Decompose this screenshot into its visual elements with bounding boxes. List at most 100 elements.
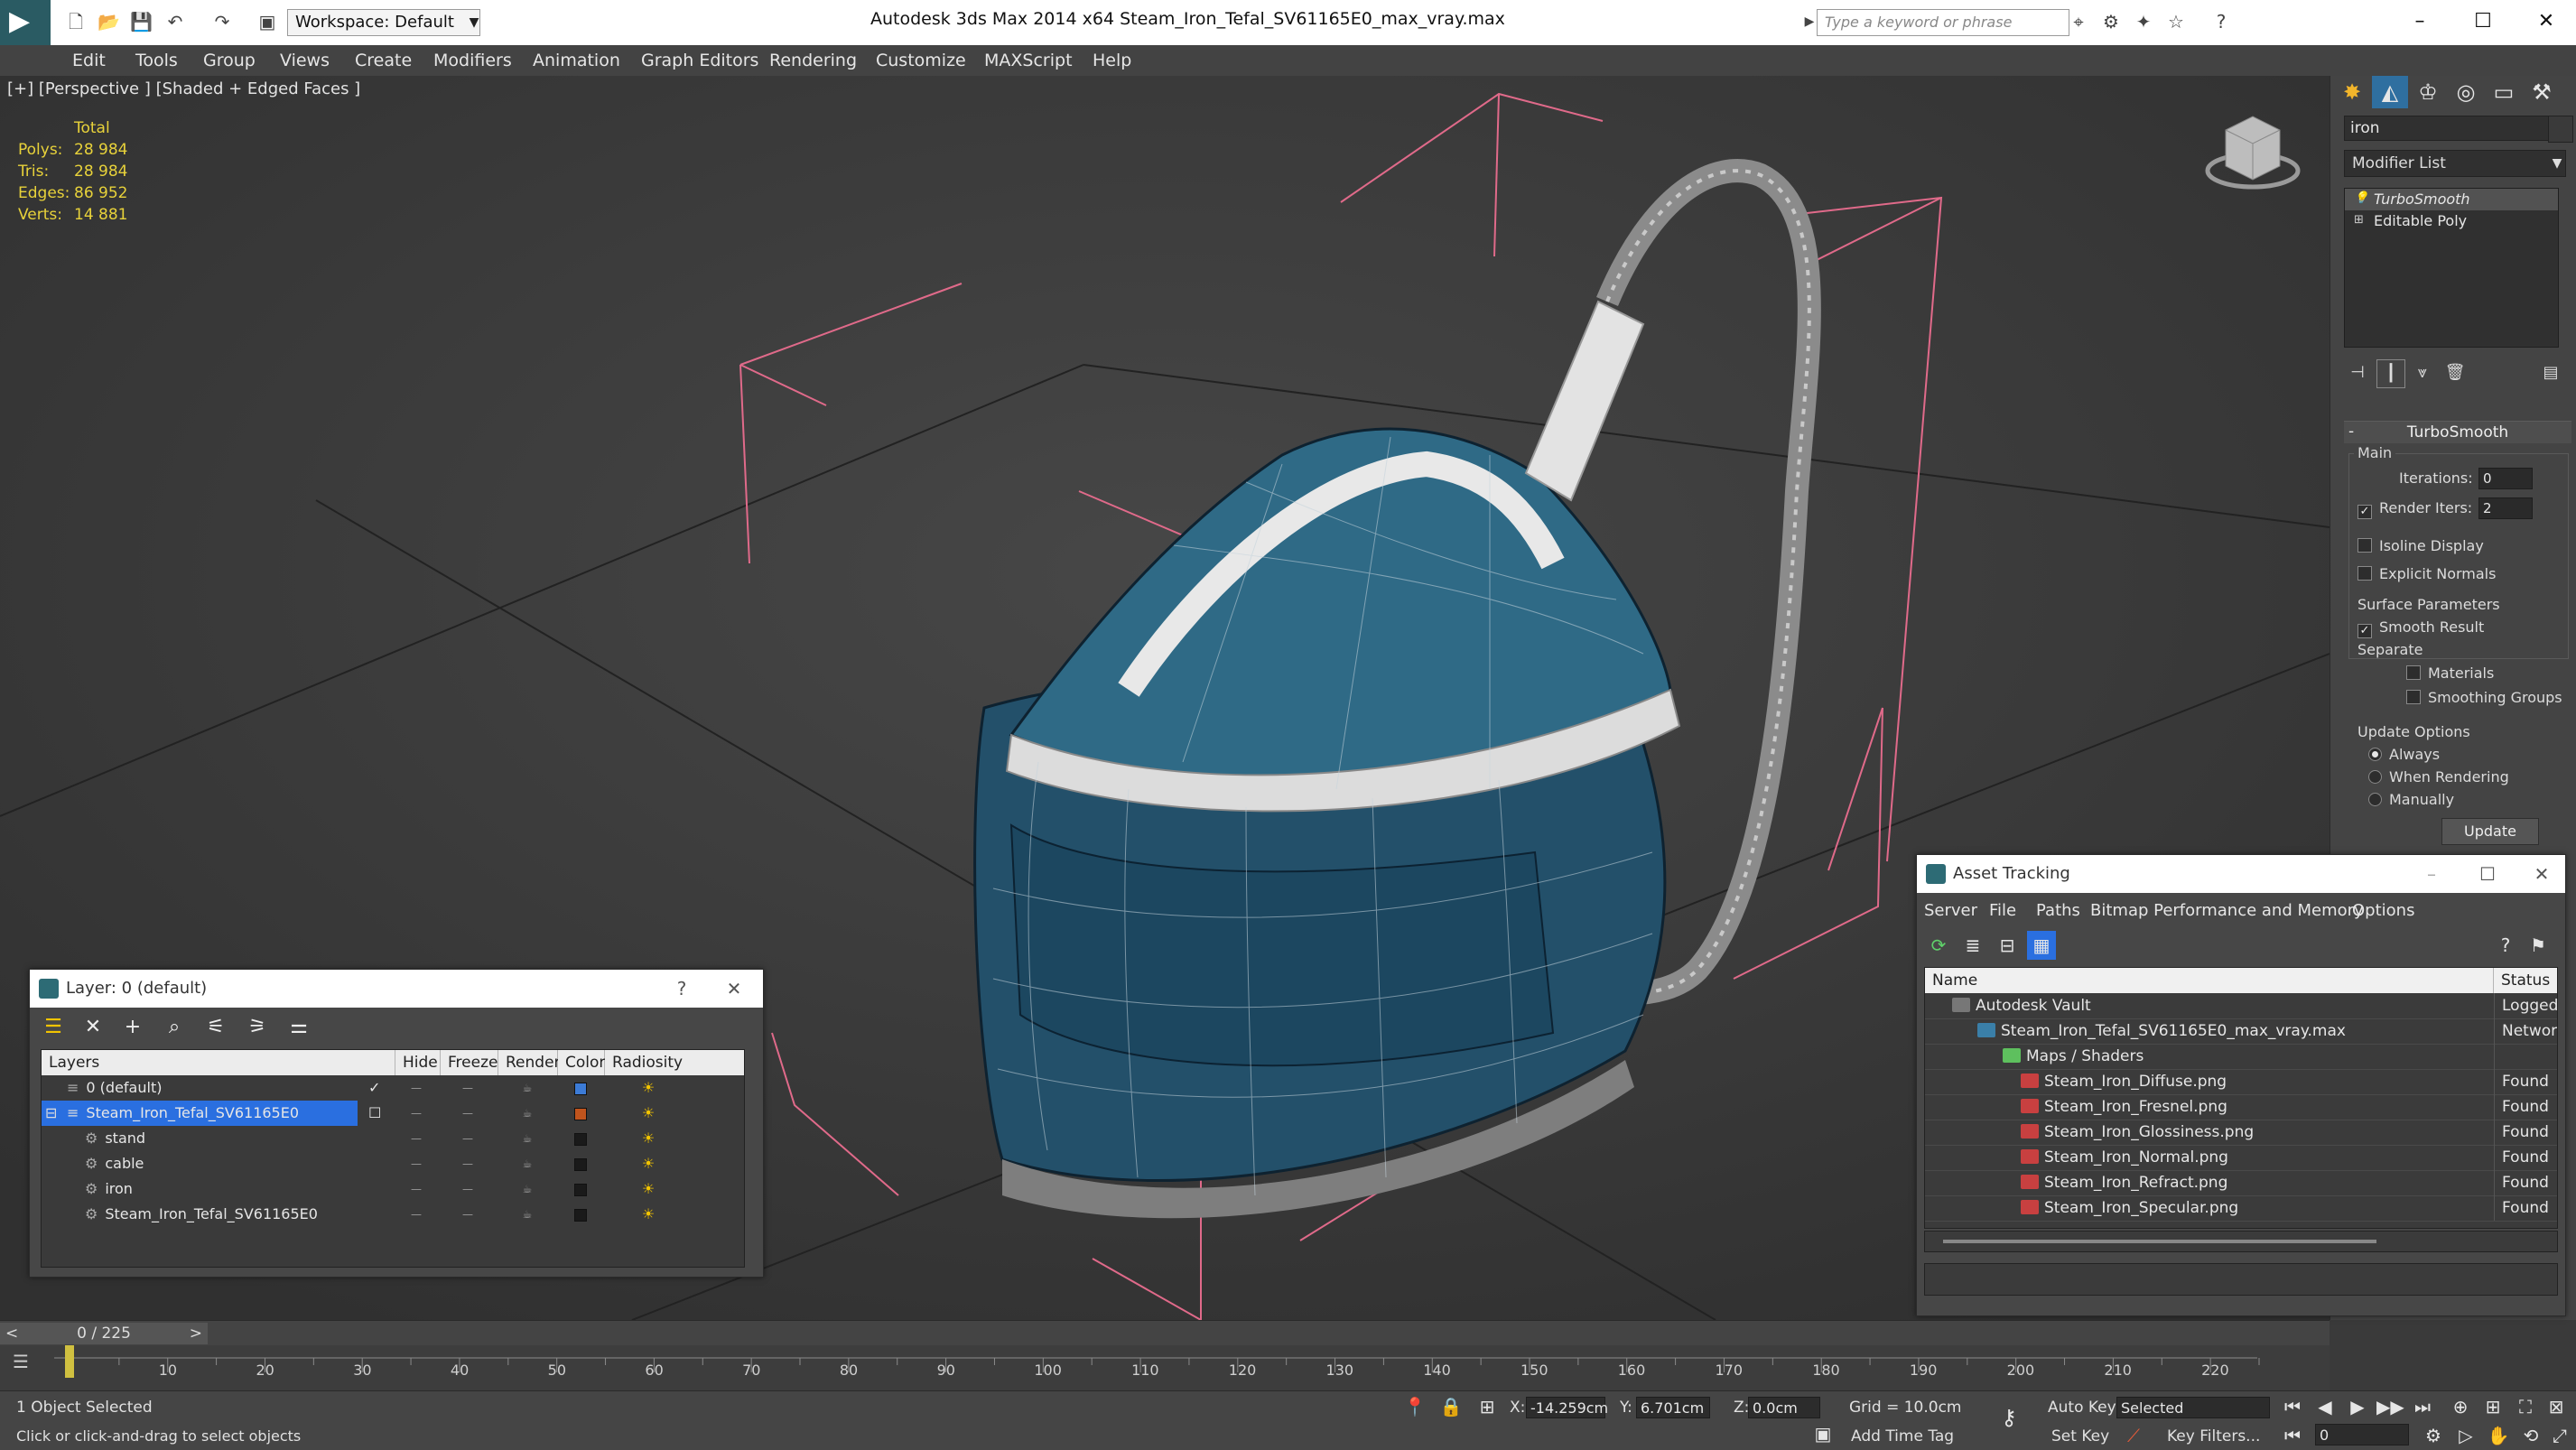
hide-toggle[interactable]: — — [407, 1202, 425, 1227]
open-file-icon[interactable]: 📂 — [98, 11, 120, 33]
viewport-label[interactable]: [+] [Perspective ] [Shaded + Edged Faces… — [7, 79, 360, 98]
asset-row[interactable]: Steam_Iron_Fresnel.png Found — [1925, 1094, 2557, 1120]
add-time-tag[interactable]: Add Time Tag — [1851, 1427, 1954, 1445]
layer-window-titlebar[interactable]: Layer: 0 (default) ? ✕ — [30, 970, 763, 1008]
z-coordinate-field[interactable]: 0.0cm — [1748, 1397, 1820, 1418]
list-view-icon[interactable]: ≣ — [1958, 931, 1987, 960]
go-to-end-icon[interactable]: ⏭ — [2409, 1393, 2436, 1420]
object-color-swatch[interactable] — [2548, 116, 2573, 143]
render-teapot-icon[interactable]: ☕ — [518, 1101, 536, 1126]
freeze-toggle[interactable]: — — [459, 1151, 477, 1176]
asset-row[interactable]: Steam_Iron_Normal.png Found — [1925, 1145, 2557, 1171]
collapse-icon[interactable]: ⊟ — [45, 1101, 57, 1126]
col-radiosity[interactable]: Radiosity — [605, 1050, 744, 1075]
app-logo[interactable]: ▶ — [0, 0, 51, 45]
utilities-tab-icon[interactable]: ⚒ — [2524, 76, 2560, 108]
set-key-button[interactable]: Set Key — [2051, 1427, 2109, 1445]
manually-radio[interactable] — [2368, 793, 2382, 806]
asset-horizontal-scrollbar[interactable] — [1924, 1231, 2558, 1252]
chevron-right-icon[interactable]: > — [190, 1323, 202, 1344]
freeze-toggle[interactable]: — — [459, 1126, 477, 1151]
workspace-dropdown[interactable]: Workspace: Default — [287, 9, 480, 36]
show-end-result-icon[interactable]: ┃ — [2376, 359, 2405, 388]
search-input[interactable]: Type a keyword or phrase — [1817, 9, 2069, 36]
render-iters-checkbox[interactable]: ✓ — [2357, 505, 2372, 519]
key-filters-button[interactable]: Key Filters... — [2167, 1427, 2260, 1445]
zoom-extents-icon[interactable]: ⛶ — [2512, 1393, 2539, 1420]
minimize-button[interactable]: – — [2413, 855, 2450, 893]
hide-toggle[interactable]: — — [407, 1151, 425, 1176]
radiosity-icon[interactable]: ☀ — [639, 1205, 657, 1223]
render-iters-spinner[interactable]: 2 — [2478, 497, 2533, 519]
isoline-display-checkbox[interactable] — [2357, 538, 2372, 553]
close-icon[interactable]: ✕ — [2524, 855, 2560, 893]
menu-customize[interactable]: Customize — [876, 45, 966, 76]
pan-icon[interactable]: ✋ — [2485, 1422, 2512, 1449]
always-radio[interactable] — [2368, 748, 2382, 761]
hide-toggle[interactable]: — — [407, 1075, 425, 1101]
pin-stack-icon[interactable]: ⊣ — [2344, 359, 2371, 386]
display-tab-icon[interactable]: ▭ — [2486, 76, 2522, 108]
chevron-left-icon[interactable]: < — [5, 1323, 18, 1344]
favorites-star-icon[interactable]: ☆ — [2165, 11, 2187, 33]
help-icon[interactable]: ? — [664, 970, 700, 1008]
menu-rendering[interactable]: Rendering — [769, 45, 857, 76]
y-coordinate-field[interactable]: 6.701cm — [1636, 1397, 1710, 1418]
menu-edit[interactable]: Edit — [72, 45, 106, 76]
close-icon[interactable]: ✕ — [716, 970, 752, 1008]
asset-menu-options[interactable]: Options — [2352, 898, 2414, 924]
key-icon[interactable]: ⚷ — [1995, 1404, 2023, 1431]
modify-tab-icon[interactable]: ◭ — [2372, 76, 2408, 108]
time-slider-thumb[interactable]: < 0 / 225 > — [0, 1323, 208, 1344]
undo-icon[interactable]: ↶ — [164, 11, 186, 33]
pin-icon[interactable]: ⚑ — [2524, 931, 2553, 960]
select-objects-icon[interactable]: ⌕ — [160, 1013, 189, 1042]
absolute-mode-icon[interactable]: ⊞ — [1474, 1393, 1501, 1420]
menu-group[interactable]: Group — [203, 45, 256, 76]
smoothing-groups-checkbox[interactable] — [2406, 690, 2421, 704]
refresh-icon[interactable]: ⟳ — [1924, 931, 1953, 960]
asset-menu-file[interactable]: File — [1989, 898, 2016, 924]
layer-row[interactable]: ⚙ cable — — ☕ ☀ — [42, 1151, 692, 1176]
redo-icon[interactable]: ↷ — [211, 11, 233, 33]
highlight-selected-icon[interactable]: ⚟ — [201, 1013, 230, 1042]
menu-views[interactable]: Views — [280, 45, 330, 76]
col-freeze[interactable]: Freeze — [441, 1050, 498, 1075]
time-config-icon[interactable]: ⚙ — [2420, 1422, 2447, 1449]
chevron-down-icon[interactable]: ▼ — [2543, 150, 2571, 177]
time-slider[interactable]: < 0 / 225 > — [0, 1320, 2330, 1346]
modifier-list-dropdown[interactable]: Modifier List — [2344, 150, 2566, 177]
x-coordinate-field[interactable]: -14.259cm — [1526, 1397, 1608, 1418]
freeze-toggle[interactable]: — — [459, 1176, 477, 1202]
turbosmooth-rollout-header[interactable]: TurboSmooth — [2344, 421, 2571, 443]
chevron-down-icon[interactable]: ▼ — [464, 9, 484, 36]
go-to-start-icon[interactable]: ⏮ — [2279, 1393, 2306, 1420]
lock-selection-icon[interactable]: 🔒 — [1437, 1393, 1465, 1420]
update-button[interactable]: Update — [2441, 818, 2539, 845]
communication-icon[interactable]: ✦ — [2133, 11, 2154, 33]
menu-animation[interactable]: Animation — [533, 45, 620, 76]
col-status[interactable]: Status — [2494, 968, 2557, 993]
remove-modifier-icon[interactable]: 🗑 — [2441, 359, 2469, 386]
field-of-view-icon[interactable]: ▷ — [2452, 1422, 2479, 1449]
radiosity-icon[interactable]: ☀ — [639, 1180, 657, 1198]
layer-row[interactable]: ⚙ stand — — ☕ ☀ — [42, 1126, 692, 1151]
asset-menu-paths[interactable]: Paths — [2036, 898, 2080, 924]
binoculars-icon[interactable]: ⌖ — [2068, 11, 2089, 33]
asset-window-titlebar[interactable]: Asset Tracking – ☐ ✕ — [1917, 855, 2565, 893]
layer-row[interactable]: ≡ 0 (default) ✓ — — ☕ ☀ — [42, 1075, 692, 1101]
layer-row[interactable]: ≡ Steam_Iron_Tefal_SV61165E0 ⊟ ☐ — — ☕ ☀ — [42, 1101, 692, 1126]
create-tab-icon[interactable]: ✸ — [2334, 76, 2370, 108]
stack-item-editable-poly[interactable]: ⊞ Editable Poly — [2345, 210, 2558, 232]
plus-box-icon[interactable]: ⊞ — [2354, 214, 2367, 227]
current-frame-field[interactable]: 0 — [2315, 1424, 2409, 1445]
configure-sets-icon[interactable]: ▤ — [2537, 359, 2564, 386]
radiosity-icon[interactable]: ☀ — [639, 1129, 657, 1148]
hierarchy-tab-icon[interactable]: ♔ — [2410, 76, 2446, 108]
asset-row[interactable]: Steam_Iron_Glossiness.png Found — [1925, 1120, 2557, 1146]
col-render[interactable]: Render — [498, 1050, 561, 1075]
layer-color-swatch[interactable] — [574, 1133, 587, 1146]
col-hide[interactable]: Hide — [395, 1050, 441, 1075]
asset-row[interactable]: Steam_Iron_Diffuse.png Found — [1925, 1069, 2557, 1095]
radiosity-icon[interactable]: ☀ — [639, 1104, 657, 1122]
